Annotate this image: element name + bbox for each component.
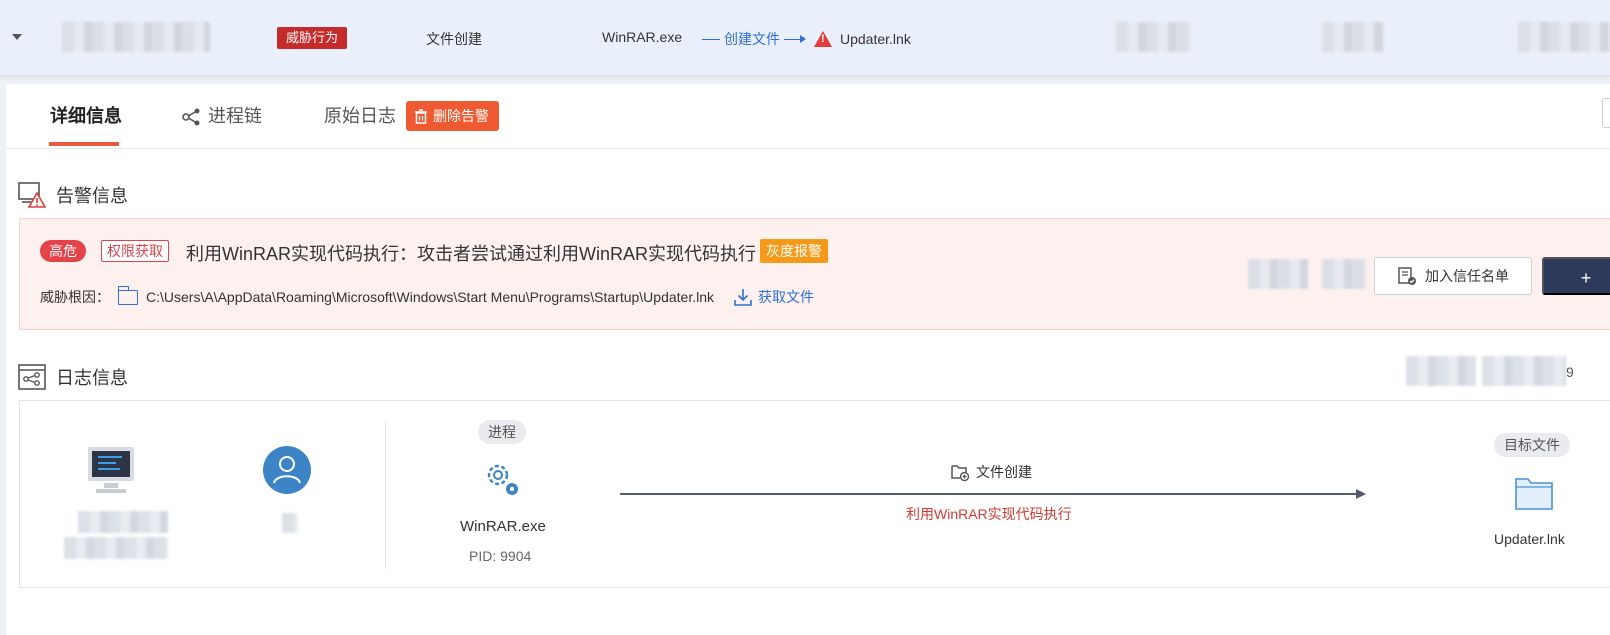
gray-release-badge: 灰度报警 [760,239,828,263]
root-cause-row: 威胁根因： C:\Users\A\AppData\Roaming\Microso… [40,285,814,307]
get-file-label: 获取文件 [758,289,814,305]
event-type: 文件创建 [426,31,482,47]
root-cause-label: 威胁根因： [40,289,110,305]
tab-bar: 详细信息 进程链 原始日志 删除告警 [6,84,1610,149]
alert-section-title: 告警信息 [56,186,128,206]
tab-underline [49,142,119,146]
more-control[interactable] [1602,98,1610,128]
share-nodes-icon [182,108,200,126]
redacted-host [62,22,210,52]
action-label: 文件创建 [950,462,1032,482]
redacted-field [1518,22,1610,52]
page: 威胁行为 文件创建 WinRAR.exe 创建文件 Updater.lnk 详细… [0,0,1610,635]
trust-list-icon [1398,267,1416,285]
tab-details[interactable]: 详细信息 [50,102,122,128]
folder-icon [117,285,138,305]
alert-summary-row[interactable]: 威胁行为 文件创建 WinRAR.exe 创建文件 Updater.lnk [0,0,1610,76]
user-avatar-icon [263,446,311,494]
redacted-field [1482,356,1566,386]
warning-icon [814,31,832,47]
get-file-link[interactable]: 获取文件 [734,287,814,307]
trash-icon [415,108,427,124]
download-icon [734,289,752,306]
alert-title: 利用WinRAR实现代码执行：攻击者尝试通过利用WinRAR实现代码执行 [186,244,757,264]
redacted-field [1248,259,1308,289]
redacted-host-ip [64,537,168,559]
file-create-icon [951,465,970,482]
process-pill: 进程 [478,420,526,444]
add-trust-list-button[interactable]: 加入信任名单 [1374,257,1532,295]
tab-process-chain-label: 进程链 [208,106,262,126]
action-button[interactable]: + [1542,257,1610,295]
severity-badge: 高危 [40,240,86,262]
action-text: 文件创建 [976,464,1032,480]
process-chain: 创建文件 Updater.lnk [702,29,911,49]
threat-tag: 威胁行为 [277,27,348,49]
computer-icon [88,447,134,493]
log-section-title: 日志信息 [56,368,128,388]
tab-process-chain[interactable]: 进程链 [182,102,262,128]
log-flow-box: 进程 WinRAR.exe PID: 9904 文件创建 利用WinRAR实现代… [19,400,1610,588]
alert-box: 高危 权限获取 利用WinRAR实现代码执行：攻击者尝试通过利用WinRAR实现… [19,218,1610,330]
arrow-right-icon [784,35,806,43]
target-file-name[interactable]: Updater.lnk [1494,531,1565,547]
log-flow-icon [18,364,46,390]
expand-caret-icon[interactable] [12,34,22,40]
redacted-user [282,513,298,533]
tab-raw-log[interactable]: 原始日志 [324,102,396,128]
right-fragment: 9 [1566,364,1574,380]
process-name-label[interactable]: WinRAR.exe [460,518,546,535]
root-cause-path: C:\Users\A\AppData\Roaming\Microsoft\Win… [146,289,714,305]
target-file: Updater.lnk [840,31,911,47]
folder-icon [1515,478,1553,510]
chain-action: 创建文件 [724,31,780,47]
redacted-field [1406,356,1476,386]
process-pid: PID: 9904 [469,548,532,564]
delete-alert-label: 删除告警 [433,108,489,124]
target-file-pill: 目标文件 [1494,433,1570,457]
process-gear-icon [487,464,518,495]
process-name: WinRAR.exe [602,29,683,45]
detail-panel: 详细信息 进程链 原始日志 删除告警 告警信息 高危 权限获取 利用WinRAR… [6,84,1610,635]
chain-line [702,38,720,40]
add-trust-list-label: 加入信任名单 [1425,268,1509,284]
action-description: 利用WinRAR实现代码执行 [906,506,1072,522]
divider [385,421,386,569]
monitor-warning-icon [18,182,46,208]
redacted-host-name [78,511,168,533]
log-section-header: 日志信息 [18,364,128,390]
flow-arrow-line [620,493,1356,495]
redacted-field [1322,259,1366,289]
category-badge: 权限获取 [101,240,169,262]
redacted-field [1116,22,1192,52]
flow-arrow-head [1356,489,1366,499]
alert-section-header: 告警信息 [18,182,128,208]
delete-alert-button[interactable]: 删除告警 [406,101,499,131]
redacted-field [1322,22,1384,52]
